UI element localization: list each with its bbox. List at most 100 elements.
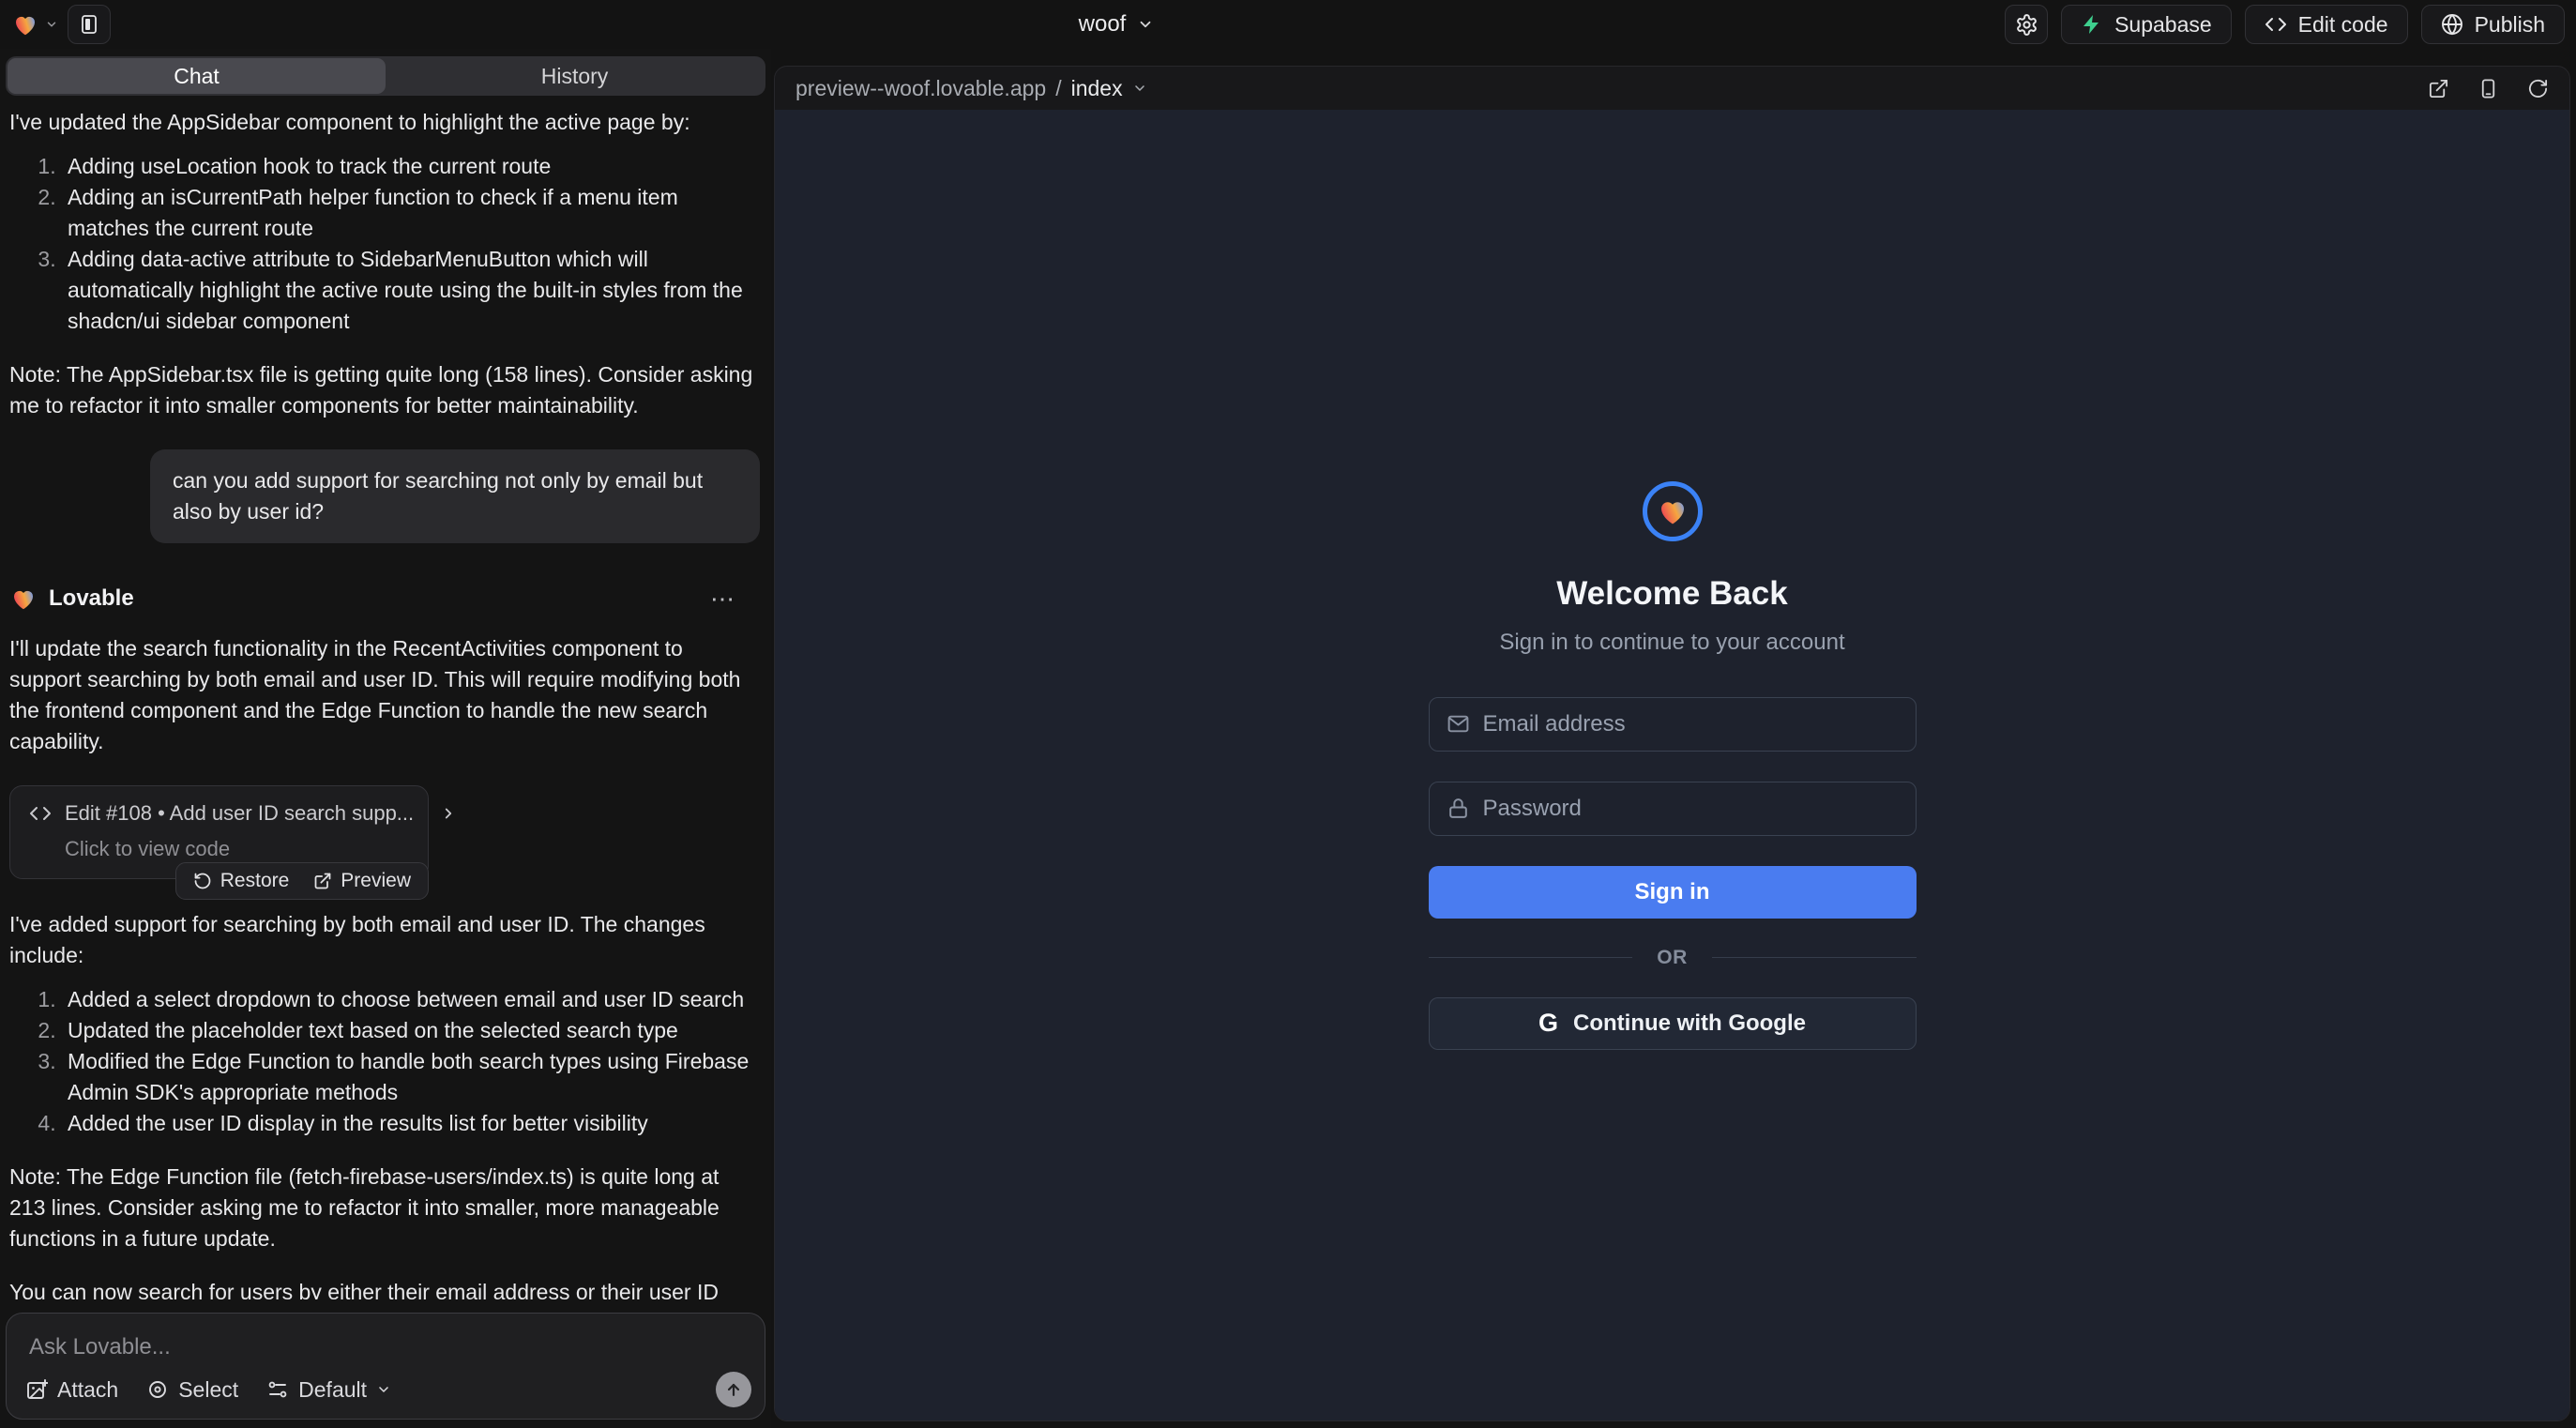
assistant-header: Lovable ⋯ xyxy=(9,585,760,613)
publish-button[interactable]: Publish xyxy=(2421,5,2565,44)
select-label: Select xyxy=(178,1377,238,1403)
preview-url-separator: / xyxy=(1055,76,1061,101)
or-divider: OR xyxy=(1429,947,1917,969)
publish-label: Publish xyxy=(2475,12,2545,38)
preview-viewport: Welcome Back Sign in to continue to your… xyxy=(775,110,2569,1420)
edit-code-button[interactable]: Edit code xyxy=(2245,5,2408,44)
topbar: woof Supabase xyxy=(0,0,2576,49)
supabase-button[interactable]: Supabase xyxy=(2061,5,2232,44)
list-item: Adding useLocation hook to track the cur… xyxy=(62,151,760,182)
list-item: Added the user ID display in the results… xyxy=(62,1108,760,1139)
list-item: Added a select dropdown to choose betwee… xyxy=(62,984,760,1015)
lovable-app: woof Supabase xyxy=(0,0,2576,1428)
preview-url-page: index xyxy=(1071,76,1123,101)
list-item: Updated the placeholder text based on th… xyxy=(62,1015,760,1046)
project-switcher[interactable]: woof xyxy=(1032,0,1201,49)
select-button[interactable]: Select xyxy=(146,1377,238,1403)
assistant-paragraph: I've updated the AppSidebar component to… xyxy=(9,107,760,138)
supabase-bolt-icon xyxy=(2081,13,2103,36)
assistant-note: Note: The Edge Function file (fetch-fire… xyxy=(9,1162,760,1254)
user-message-bubble: can you add support for searching not on… xyxy=(150,449,760,543)
chevron-down-icon xyxy=(1137,16,1154,33)
chevron-down-icon xyxy=(45,18,58,31)
preview-panel: preview--woof.lovable.app / index xyxy=(774,66,2570,1421)
list-item: Modified the Edge Function to handle bot… xyxy=(62,1046,760,1108)
gear-icon xyxy=(2015,13,2038,37)
edit-card-header: Edit #108 • Add user ID search supp... xyxy=(29,801,409,826)
code-icon xyxy=(29,802,52,825)
auth-card: Welcome Back Sign in to continue to your… xyxy=(1429,481,1917,1050)
chevron-down-icon xyxy=(1132,81,1147,96)
composer[interactable]: Ask Lovable... Attach Select xyxy=(6,1313,765,1420)
list-item: Adding data-active attribute to SidebarM… xyxy=(62,244,760,337)
toggle-sidebar-button[interactable] xyxy=(68,5,111,44)
sign-in-button[interactable]: Sign in xyxy=(1429,866,1917,919)
lovable-heart-icon xyxy=(11,10,39,38)
image-plus-icon xyxy=(25,1378,48,1401)
lovable-heart-icon xyxy=(9,585,38,613)
mobile-view-button[interactable] xyxy=(2478,78,2499,99)
assistant-ordered-list: Added a select dropdown to choose betwee… xyxy=(9,984,760,1139)
assistant-paragraph: You can now search for users by either t… xyxy=(9,1277,760,1299)
version-actions-bar: Restore Preview xyxy=(175,862,429,900)
topbar-left xyxy=(11,5,111,44)
chevron-down-icon xyxy=(376,1382,391,1397)
restore-button[interactable]: Restore xyxy=(193,870,290,892)
auth-title: Welcome Back xyxy=(1556,575,1787,613)
restore-label: Restore xyxy=(220,870,290,892)
password-field[interactable] xyxy=(1429,782,1917,836)
preview-url-selector[interactable]: preview--woof.lovable.app / index xyxy=(796,76,1147,101)
continue-with-google-button[interactable]: G Continue with Google xyxy=(1429,997,1917,1050)
settings-button[interactable] xyxy=(2005,5,2048,44)
attach-button[interactable]: Attach xyxy=(25,1377,118,1403)
assistant-name: Lovable xyxy=(49,585,134,612)
assistant-paragraph: I'll update the search functionality in … xyxy=(9,633,760,757)
mode-label: Default xyxy=(298,1377,367,1403)
panel-left-icon xyxy=(78,13,100,36)
google-button-label: Continue with Google xyxy=(1573,1010,1806,1037)
chat-message-list[interactable]: I've updated the AppSidebar component to… xyxy=(0,96,771,1299)
email-input[interactable] xyxy=(1483,711,1899,737)
list-item: Adding an isCurrentPath helper function … xyxy=(62,182,760,244)
open-in-new-tab-button[interactable] xyxy=(2428,78,2449,99)
assistant-ordered-list: Adding useLocation hook to track the cur… xyxy=(9,151,760,337)
edit-card-subtitle: Click to view code xyxy=(65,837,409,861)
lock-icon xyxy=(1447,797,1470,820)
tab-chat[interactable]: Chat xyxy=(8,58,386,94)
or-label: OR xyxy=(1657,947,1688,969)
email-field[interactable] xyxy=(1429,697,1917,752)
envelope-icon xyxy=(1447,712,1470,736)
composer-placeholder: Ask Lovable... xyxy=(29,1334,171,1360)
preview-url-host: preview--woof.lovable.app xyxy=(796,76,1046,101)
password-input[interactable] xyxy=(1483,796,1899,822)
smartphone-icon xyxy=(2478,78,2499,99)
tab-history[interactable]: History xyxy=(386,58,764,94)
refresh-button[interactable] xyxy=(2527,78,2549,99)
chat-panel: Chat History I've updated the AppSidebar… xyxy=(0,49,771,1428)
send-button[interactable] xyxy=(716,1372,751,1407)
edit-card-title: Edit #108 • Add user ID search supp... xyxy=(65,801,414,826)
message-options-button[interactable]: ⋯ xyxy=(710,586,737,611)
external-link-icon xyxy=(2428,78,2449,99)
chat-history-tabbar: Chat History xyxy=(6,56,765,96)
project-name: woof xyxy=(1079,11,1127,38)
heart-icon xyxy=(1656,494,1690,528)
mode-selector[interactable]: Default xyxy=(266,1377,391,1403)
preview-header-icons xyxy=(2428,78,2549,99)
supabase-label: Supabase xyxy=(2114,12,2212,38)
preview-header: preview--woof.lovable.app / index xyxy=(775,67,2569,110)
preview-button[interactable]: Preview xyxy=(313,870,411,892)
lovable-logo-menu[interactable] xyxy=(11,10,58,38)
external-link-icon xyxy=(313,872,332,890)
edit-code-label: Edit code xyxy=(2298,12,2388,38)
attach-label: Attach xyxy=(57,1377,118,1403)
topbar-actions: Supabase Edit code Publish xyxy=(2005,5,2565,44)
main-area: Chat History I've updated the AppSidebar… xyxy=(0,49,2576,1428)
edit-card-wrap: Edit #108 • Add user ID search supp... C… xyxy=(9,785,429,879)
app-logo xyxy=(1643,481,1703,541)
refresh-icon xyxy=(2527,78,2549,99)
sliders-icon xyxy=(266,1378,289,1401)
assistant-paragraph: I've added support for searching by both… xyxy=(9,909,760,971)
composer-actions: Attach Select Default xyxy=(25,1372,751,1407)
preview-label: Preview xyxy=(341,870,411,892)
